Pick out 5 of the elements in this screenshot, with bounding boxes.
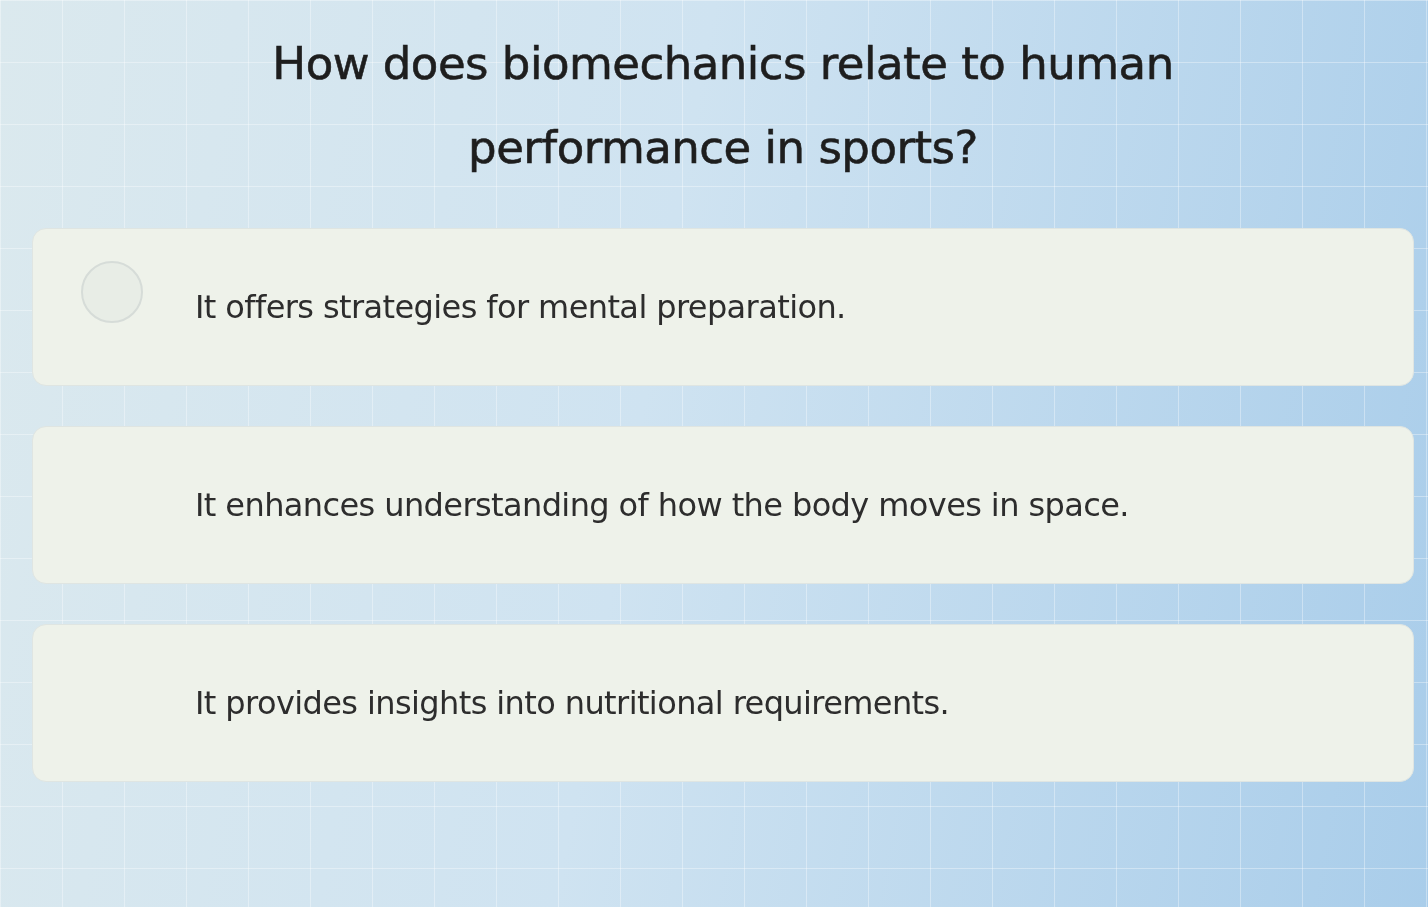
answer-option[interactable]: It offers strategies for mental preparation. <box>32 228 1414 386</box>
question-text: How does biomechanics relate to human performance in sports? <box>271 36 1175 176</box>
answer-option[interactable]: It provides insights into nutritional requirements. <box>32 624 1414 782</box>
radio-icon[interactable] <box>81 261 143 323</box>
answer-option[interactable]: It enhances understanding of how the body moves in space. <box>32 426 1414 584</box>
